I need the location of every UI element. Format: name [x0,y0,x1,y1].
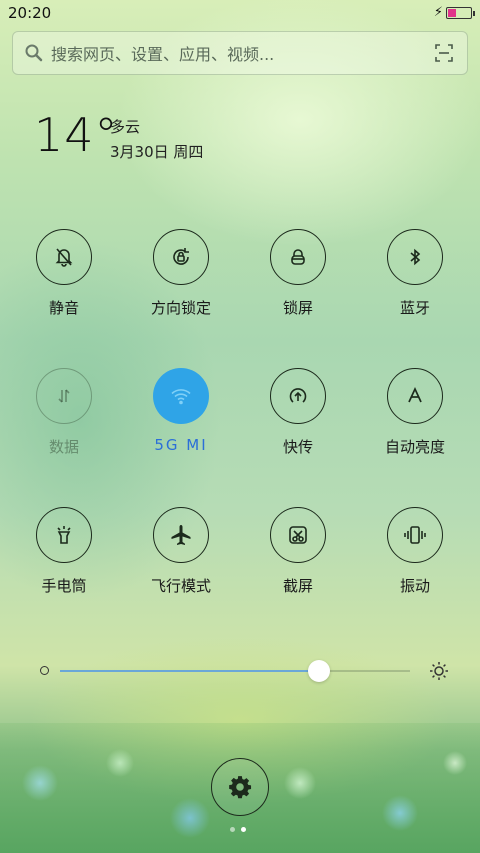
screenshot-icon [289,526,307,544]
brightness-low-icon [40,666,49,675]
mobile-data-button[interactable] [36,368,92,424]
gear-icon [229,776,252,799]
weather-date: 3月30日 周四 [110,143,204,161]
toggle-screenshot[interactable]: 截屏 [243,507,353,596]
toggle-vibrate[interactable]: 振动 [360,507,470,596]
toggle-label: 方向锁定 [150,299,211,317]
airplane-icon [171,525,191,545]
bell-off-icon [55,248,73,267]
wifi-button[interactable] [153,368,209,424]
toggle-mobile-data[interactable]: 数据 [9,368,119,457]
screenshot-button[interactable] [270,507,326,563]
toggle-label: 数据 [48,438,79,456]
toggle-label: 手电筒 [41,577,87,595]
toggle-label: 飞行模式 [150,577,211,595]
wifi-icon [171,389,191,405]
toggle-mute[interactable]: 静音 [9,229,119,318]
vibrate-button[interactable] [387,507,443,563]
toggle-lock-screen[interactable]: 锁屏 [243,229,353,318]
auto-brightness-icon [408,386,422,403]
toggle-quick-share[interactable]: 快传 [243,368,353,457]
status-bar: 20:20 ⚡ [0,0,480,26]
bluetooth-button[interactable] [387,229,443,285]
toggle-label: 振动 [399,577,430,595]
temperature: 14° [34,108,119,162]
flashlight-icon [57,526,71,544]
rotation-lock-icon [173,248,189,265]
mobile-data-icon [58,389,70,403]
toggle-label: 静音 [48,299,79,317]
quick-share-icon [289,388,307,403]
toggle-auto-brightness[interactable]: 自动亮度 [360,368,470,457]
quick-share-button[interactable] [270,368,326,424]
page-indicator [230,827,246,832]
wifi-network-name: 5G MI [154,436,208,454]
charging-icon: ⚡ [433,5,443,20]
battery-icon [446,6,475,19]
toggle-flashlight[interactable]: 手电筒 [9,507,119,596]
lock-screen-button[interactable] [270,229,326,285]
weather-widget[interactable]: 14° 多云 3月30日 周四 [34,108,203,162]
toggle-label: 快传 [282,438,313,456]
toggle-rotation-lock[interactable]: 方向锁定 [126,229,236,318]
brightness-thumb[interactable] [308,660,330,682]
auto-brightness-button[interactable] [387,368,443,424]
search-bar[interactable]: 搜索网页、设置、应用、视频... [12,31,468,75]
toggle-label: 蓝牙 [399,299,430,317]
airplane-button[interactable] [153,507,209,563]
search-icon [23,42,45,64]
vibrate-icon [404,526,426,544]
toggle-airplane[interactable]: 飞行模式 [126,507,236,596]
toggle-label: 锁屏 [282,299,313,317]
toggle-wifi[interactable]: 5G MI [126,368,236,454]
scan-icon[interactable] [433,42,455,64]
brightness-high-icon [430,662,448,680]
bluetooth-icon [410,248,421,266]
status-icons: ⚡ [433,5,475,20]
flashlight-button[interactable] [36,507,92,563]
page-dot-active [241,827,246,832]
search-input[interactable]: 搜索网页、设置、应用、视频... [51,41,433,65]
toggle-label: 自动亮度 [384,438,445,456]
weather-condition: 多云 [110,118,141,136]
brightness-fill [60,670,319,672]
toggle-label: 截屏 [282,577,313,595]
brightness-slider[interactable] [40,658,450,684]
lock-icon [291,249,305,265]
rotation-lock-button[interactable] [153,229,209,285]
brightness-track[interactable] [60,660,410,682]
mute-button[interactable] [36,229,92,285]
status-time: 20:20 [8,4,52,22]
settings-button[interactable] [211,758,269,816]
toggle-bluetooth[interactable]: 蓝牙 [360,229,470,318]
page-dot [230,827,235,832]
